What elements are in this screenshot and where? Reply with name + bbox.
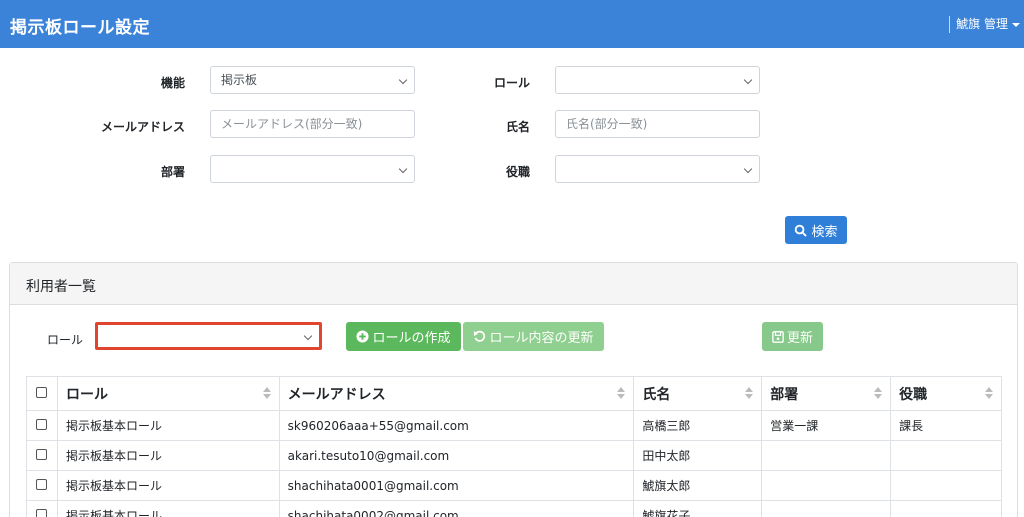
row-checkbox[interactable] (36, 508, 48, 517)
sort-icon (874, 387, 883, 399)
update-role-label: ロール内容の更新 (489, 331, 594, 346)
sort-icon (985, 387, 993, 399)
user-name: 鯱旗 管理 (956, 17, 1008, 31)
column-header-label: 部署 (770, 386, 799, 403)
search-icon (795, 224, 808, 237)
table-header-row: ロール メールアドレス 氏名 部署 役職 (26, 376, 1002, 411)
table-row[interactable]: 掲示板基本ロール sk960206aaa+55@gmail.com 高橋三郎 営… (26, 410, 1002, 441)
search-button-label: 検索 (811, 224, 838, 240)
create-role-button[interactable]: ロールの作成 (346, 322, 461, 351)
chevron-down-icon (743, 75, 753, 85)
cell-position (890, 470, 1002, 501)
chevron-down-icon (743, 164, 753, 174)
update-role-button[interactable]: ロール内容の更新 (463, 322, 604, 351)
column-header-label: ロール (65, 386, 108, 403)
cell-role: 掲示板基本ロール (56, 440, 280, 471)
header-bar: 掲示板ロール設定 鯱旗 管理 (0, 0, 1024, 48)
cell-email: shachihata0002@gmail.com (278, 500, 635, 517)
email-input[interactable]: メールアドレス(部分一致) (210, 110, 415, 138)
cell-role: 掲示板基本ロール (56, 410, 280, 441)
position-label: 役職 (505, 165, 530, 179)
table-row[interactable]: 掲示板基本ロール shachihata0001@gmail.com 鯱旗太郎 (26, 470, 1002, 501)
row-select-cell (26, 440, 58, 471)
panel-role-label: ロール (46, 333, 83, 347)
row-select-cell (26, 470, 58, 501)
row-select-cell (26, 500, 58, 517)
sort-icon (617, 387, 626, 399)
cell-position (890, 500, 1002, 517)
dept-select[interactable] (210, 155, 415, 183)
caret-down-icon (1012, 22, 1020, 27)
panel-header: 利用者一覧 (10, 263, 1017, 305)
chevron-down-icon (303, 331, 313, 341)
column-header-position[interactable]: 役職 (890, 376, 1002, 411)
row-select-cell (26, 410, 58, 441)
function-select-value: 掲示板 (221, 73, 258, 87)
panel-role-select[interactable] (95, 322, 322, 350)
page-title: 掲示板ロール設定 (10, 18, 150, 38)
role-filter-label: ロール (493, 76, 530, 90)
cell-email: akari.tesuto10@gmail.com (278, 440, 635, 471)
update-button[interactable]: 更新 (762, 322, 823, 351)
function-label: 機能 (160, 76, 185, 90)
column-header-dept[interactable]: 部署 (761, 376, 892, 411)
column-header-label: 氏名 (642, 386, 671, 403)
cell-position: 課長 (890, 410, 1002, 441)
select-all-cell (26, 376, 58, 411)
undo-icon (474, 330, 486, 342)
name-placeholder: 氏名(部分一致) (566, 117, 648, 131)
update-button-label: 更新 (786, 331, 813, 346)
cell-dept (761, 500, 892, 517)
cell-name: 鯱旗太郎 (633, 470, 763, 501)
table-row[interactable]: 掲示板基本ロール shachihata0002@gmail.com 鯱旗花子 (26, 500, 1002, 517)
dept-label: 部署 (160, 165, 185, 179)
column-header-email[interactable]: メールアドレス (278, 376, 635, 411)
search-button[interactable]: 検索 (785, 216, 847, 244)
name-input[interactable]: 氏名(部分一致) (555, 110, 760, 138)
cell-name: 田中太郎 (633, 440, 763, 471)
cell-name: 鯱旗花子 (633, 500, 763, 517)
cell-dept: 営業一課 (761, 410, 892, 441)
column-header-role[interactable]: ロール (56, 376, 280, 411)
row-checkbox[interactable] (36, 418, 48, 430)
cell-dept (761, 440, 892, 471)
role-filter-select[interactable] (555, 66, 760, 94)
function-select[interactable]: 掲示板 (210, 66, 415, 94)
plus-circle-icon (356, 330, 370, 343)
cell-name: 高橋三郎 (633, 410, 763, 441)
chevron-down-icon (398, 75, 408, 85)
name-label: 氏名 (505, 120, 530, 134)
column-header-name[interactable]: 氏名 (633, 376, 763, 411)
position-select[interactable] (555, 155, 760, 183)
email-label: メールアドレス (100, 120, 185, 134)
cell-dept (761, 470, 892, 501)
row-checkbox[interactable] (36, 478, 48, 490)
table-row[interactable]: 掲示板基本ロール akari.tesuto10@gmail.com 田中太郎 (26, 440, 1002, 471)
select-all-checkbox[interactable] (36, 386, 48, 398)
user-menu[interactable]: 鯱旗 管理 (949, 16, 1020, 33)
column-header-label: メールアドレス (287, 386, 386, 403)
chevron-down-icon (398, 164, 408, 174)
row-checkbox[interactable] (36, 448, 48, 460)
user-table: ロール メールアドレス 氏名 部署 役職 掲示板基本ロール sk960206aa… (26, 376, 1002, 517)
cell-role: 掲示板基本ロール (56, 500, 280, 517)
panel-title: 利用者一覧 (26, 279, 96, 295)
column-header-label: 役職 (899, 386, 928, 403)
cell-email: shachihata0001@gmail.com (278, 470, 635, 501)
cell-role: 掲示板基本ロール (56, 470, 280, 501)
cell-email: sk960206aaa+55@gmail.com (278, 410, 635, 441)
create-role-label: ロールの作成 (372, 331, 451, 346)
email-placeholder: メールアドレス(部分一致) (221, 117, 363, 131)
save-icon (772, 330, 784, 343)
cell-position (890, 440, 1002, 471)
sort-icon (745, 387, 754, 399)
sort-icon (262, 387, 271, 399)
